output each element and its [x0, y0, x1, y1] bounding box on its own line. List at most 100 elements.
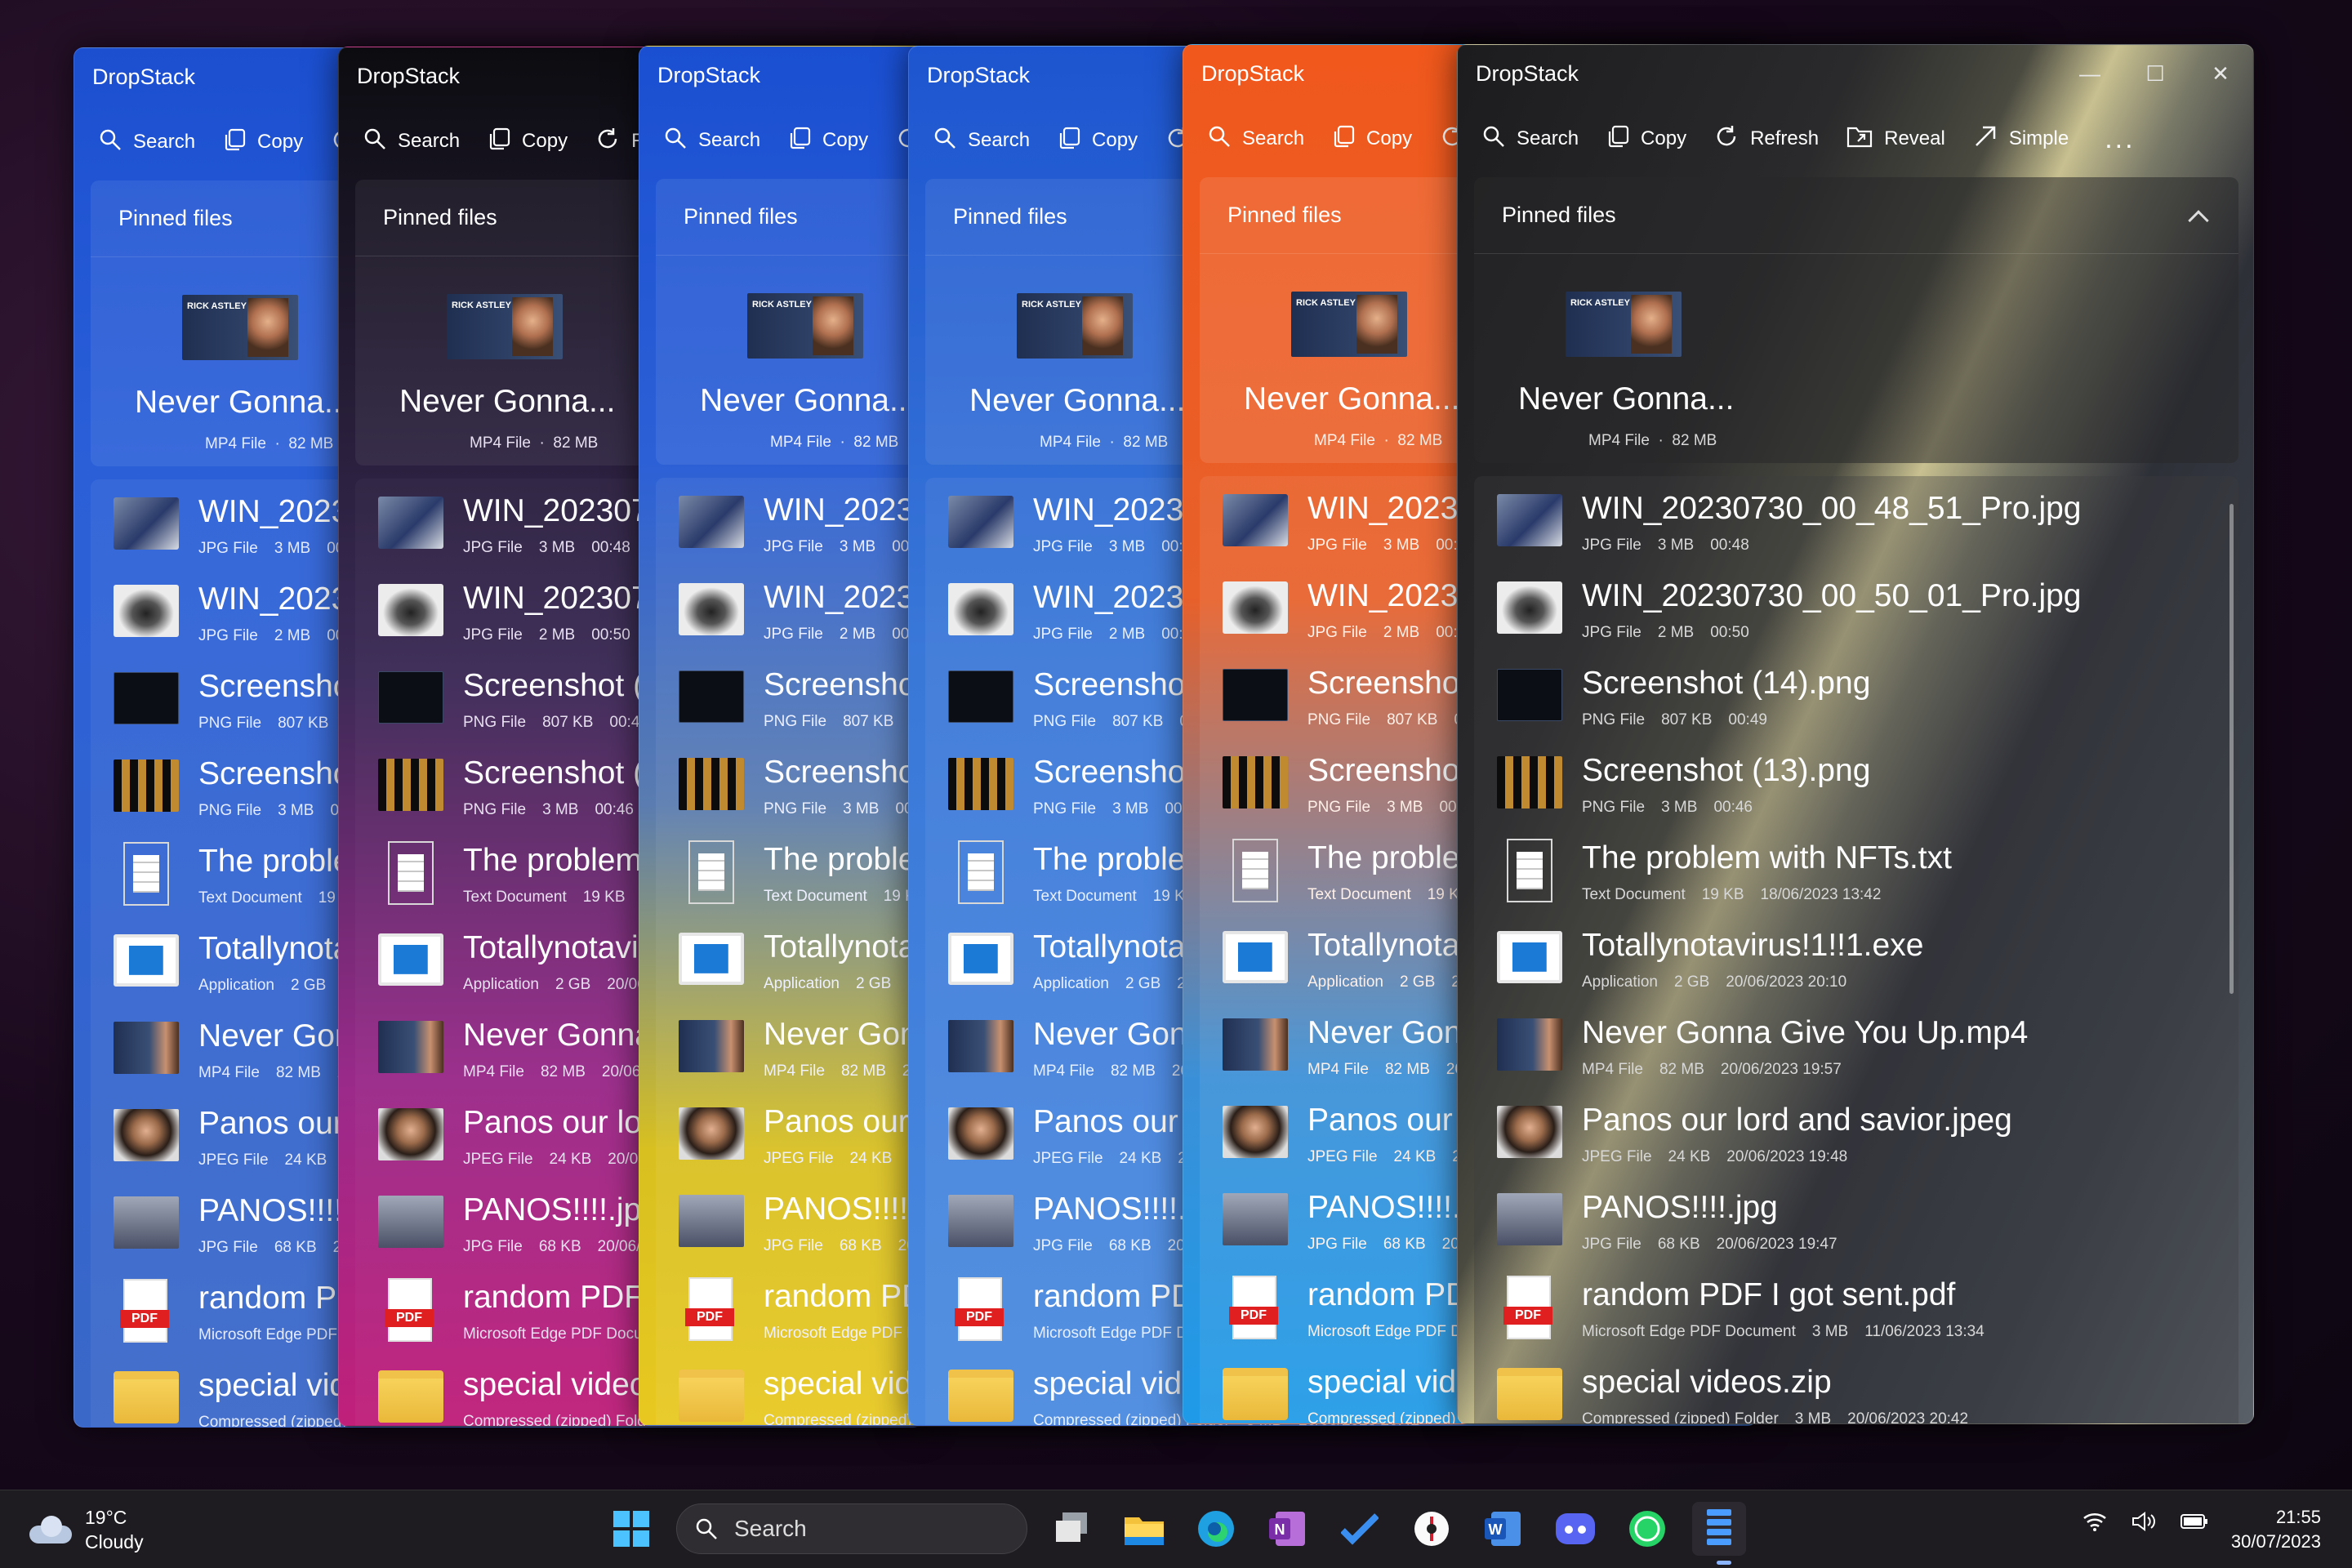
file-name: PANOS!!!!.jpg [463, 1192, 659, 1227]
file-date: 00:46 [1713, 799, 1753, 816]
copy-button[interactable]: Copy [1332, 125, 1412, 154]
list-item[interactable]: WIN_20230730_00_48_51_Pro.jpg JPG File 3 M… [1474, 476, 2238, 564]
application-icon [1223, 931, 1288, 983]
screenshot-icon [1223, 669, 1288, 721]
copy-button[interactable]: Copy [488, 127, 568, 156]
list-item[interactable]: Totallynotavirus!1!!1.exe Application 2 GB… [1474, 913, 2238, 1000]
file-type: Compressed (zipped) Folder [463, 1413, 660, 1426]
weather-description: Cloudy [85, 1531, 144, 1552]
list-item[interactable]: special videos.zip Compressed (zipped) Fo… [1474, 1350, 2238, 1423]
search-label: Search [968, 129, 1031, 151]
screenshot-grid-icon [948, 758, 1013, 810]
search-button[interactable]: Search [99, 128, 195, 157]
screenshot-icon [948, 670, 1013, 723]
task-view-icon[interactable] [1045, 1502, 1099, 1556]
taskbar-search[interactable]: Search [676, 1503, 1027, 1554]
file-meta: PNG File 807 KB 00:49 [1582, 711, 1784, 729]
file-size: 3 MB [1657, 537, 1695, 554]
file-size: 68 KB [538, 1238, 581, 1255]
list-item[interactable]: Never Gonna Give You Up.mp4 MP4 File 82 MB… [1474, 1000, 2238, 1088]
battery-icon[interactable] [2180, 1513, 2208, 1534]
copy-button[interactable]: Copy [1058, 127, 1138, 155]
application-icon [948, 933, 1013, 985]
search-button[interactable]: Search [363, 127, 460, 156]
maximize-button[interactable]: ☐ [2123, 45, 2188, 102]
file-list: WIN_20230730_00_48_51_Pro.jpg JPG File 3 M… [1474, 476, 2238, 1423]
screenshot-grid-icon [679, 758, 744, 810]
close-button[interactable]: ✕ [2188, 45, 2253, 102]
refresh-button[interactable]: Refresh [1714, 124, 1819, 154]
search-icon [933, 127, 968, 155]
edge-browser-icon[interactable] [1189, 1502, 1243, 1556]
window-title: DropStack [1476, 60, 1579, 86]
file-type: Application [1307, 973, 1383, 991]
list-item[interactable]: WIN_20230730_00_50_01_Pro.jpg JPG File 2 M… [1474, 564, 2238, 651]
video-icon [1497, 1018, 1562, 1071]
copy-button[interactable]: Copy [223, 128, 303, 157]
file-size: 2 MB [538, 626, 576, 644]
wifi-icon[interactable] [2082, 1512, 2107, 1535]
file-type: Compressed (zipped) Folder [1582, 1410, 1779, 1423]
clock-app-icon[interactable] [1405, 1502, 1459, 1556]
file-meta: Compressed (zipped) Folder 3 MB 20/06/2023… [1582, 1410, 1984, 1423]
application-icon [114, 934, 179, 987]
list-item[interactable]: random PDF I got sent.pdf Microsoft Edge … [1474, 1263, 2238, 1350]
file-type: Text Document [764, 888, 867, 905]
pinned-files-header[interactable]: Pinned files [1474, 177, 2238, 254]
whatsapp-icon[interactable] [1620, 1502, 1674, 1556]
volume-icon[interactable] [2132, 1512, 2156, 1535]
file-meta: JPG File 3 MB 00:48 [463, 539, 647, 557]
scrollbar[interactable] [2230, 504, 2234, 994]
list-item[interactable]: PANOS!!!!.jpg JPG File 68 KB 20/06/2023 19:… [1474, 1175, 2238, 1263]
reveal-button[interactable]: Reveal [1846, 125, 1945, 154]
copy-button[interactable]: Copy [788, 127, 868, 155]
dark-object-photo-icon [948, 583, 1013, 635]
simple-icon [1973, 124, 2009, 154]
window-title: DropStack [357, 63, 461, 88]
todo-icon[interactable] [1333, 1502, 1387, 1556]
pinned-item-name: Never Gonna... [969, 383, 1186, 418]
onenote-icon[interactable]: N [1261, 1502, 1315, 1556]
zip-folder-icon [948, 1370, 1013, 1422]
file-size: 3 MB [542, 801, 579, 818]
file-date: 20/06/2023 20:10 [1726, 973, 1847, 991]
list-item[interactable]: Screenshot (14).png PNG File 807 KB 00:49 [1474, 651, 2238, 738]
reveal-label: Reveal [1884, 127, 1945, 149]
windows-start-icon[interactable] [604, 1502, 658, 1556]
search-button[interactable]: Search [664, 127, 760, 155]
copy-button[interactable]: Copy [1606, 125, 1686, 154]
application-icon [679, 933, 744, 985]
minimize-button[interactable]: — [2057, 45, 2123, 102]
file-explorer-icon[interactable] [1117, 1502, 1171, 1556]
clock-time: 21:55 [2275, 1507, 2321, 1527]
file-meta: JPG File 2 MB 00:50 [463, 626, 647, 644]
file-type: JPG File [463, 539, 523, 556]
search-button[interactable]: Search [1482, 125, 1579, 154]
pinned-item-name: Never Gonna... [1518, 381, 1735, 416]
pinned-item-size: 82 MB [1672, 432, 1717, 449]
list-item[interactable]: Panos our lord and savior.jpeg JPEG File 2… [1474, 1088, 2238, 1175]
search-button[interactable]: Search [1208, 125, 1304, 154]
dropstack-app-icon[interactable] [1692, 1502, 1746, 1556]
word-icon[interactable]: W [1477, 1502, 1530, 1556]
file-size: 24 KB [1393, 1148, 1437, 1165]
file-size: 2 GB [1673, 973, 1710, 991]
search-button[interactable]: Search [933, 127, 1030, 155]
list-item[interactable]: The problem with NFTs.txt Text Document 19… [1474, 826, 2238, 913]
office-photo-icon [679, 1195, 744, 1247]
more-options-button[interactable]: ... [2105, 123, 2135, 155]
file-size: 807 KB [843, 713, 894, 730]
list-item[interactable]: Screenshot (13).png PNG File 3 MB 00:46 [1474, 738, 2238, 826]
simple-label: Simple [2008, 127, 2069, 149]
discord-icon[interactable] [1548, 1502, 1602, 1556]
weather-temperature: 19°C [85, 1507, 127, 1528]
pinned-item[interactable]: RICK ASTLEY Never Gonna... MP4 File · 82 M… [1474, 254, 2238, 463]
simple-button[interactable]: Simple [1973, 124, 2069, 154]
pinned-item-size: 82 MB [288, 435, 334, 452]
weather-widget[interactable]: 19°C Cloudy [29, 1505, 144, 1554]
file-size: 24 KB [284, 1152, 327, 1169]
pinned-item-type: MP4 File [470, 434, 531, 452]
file-size: 68 KB [839, 1237, 882, 1254]
system-clock[interactable]: 21:55 30/07/2023 [2231, 1505, 2321, 1554]
file-type: JPG File [764, 538, 823, 555]
